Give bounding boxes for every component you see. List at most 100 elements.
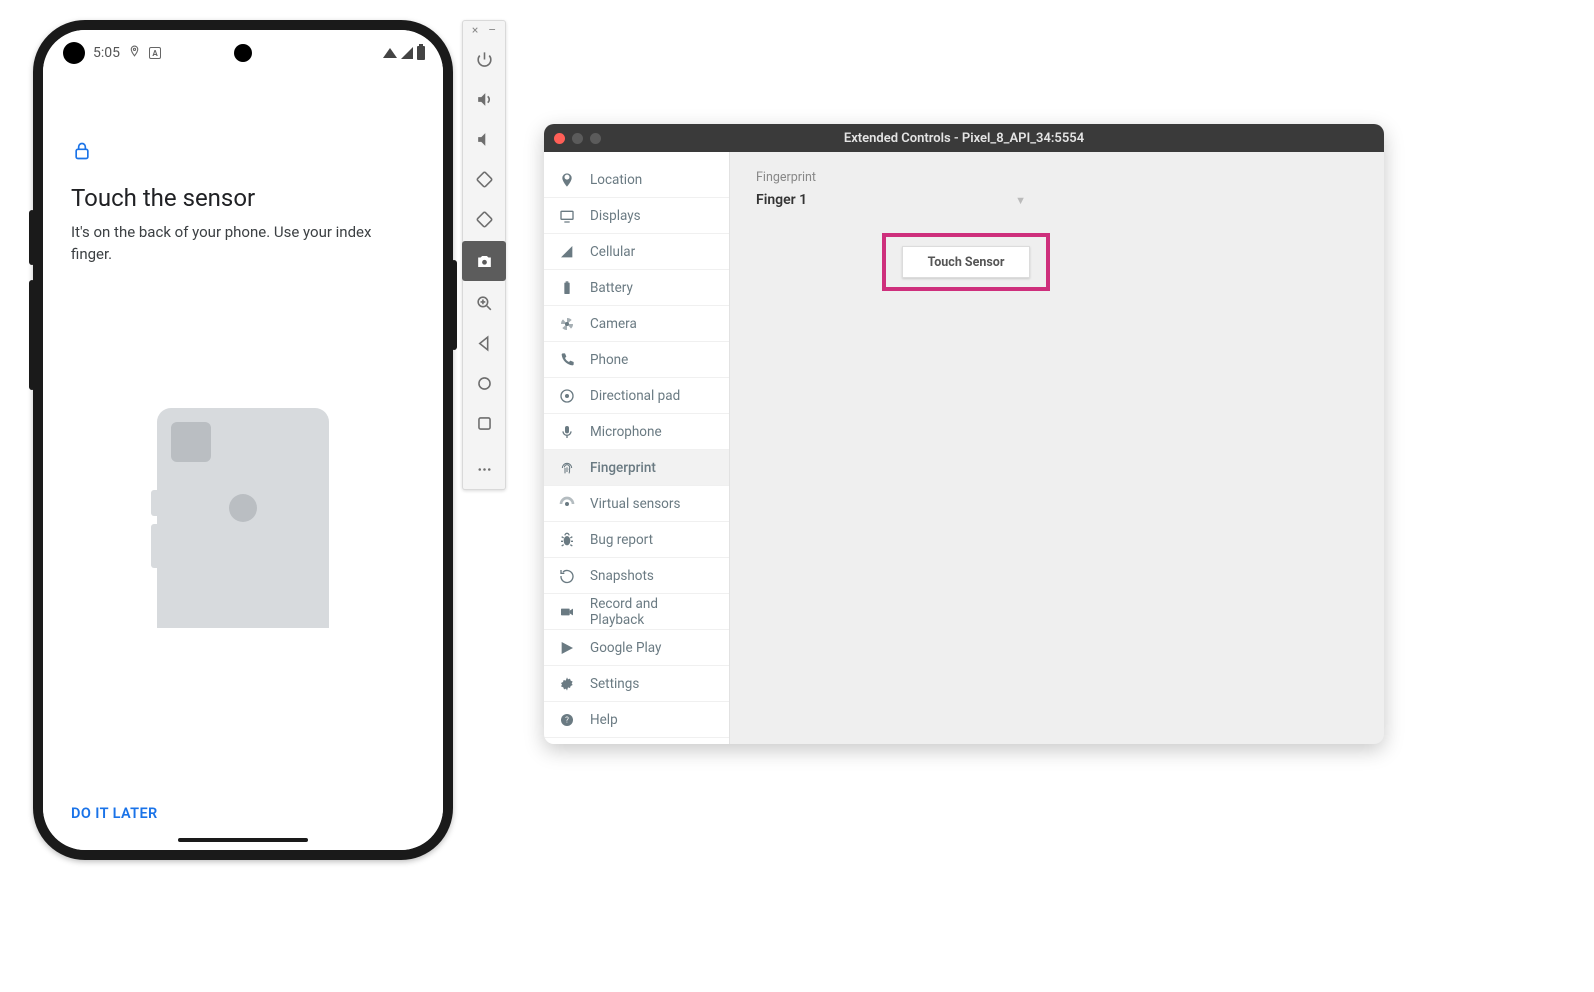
dpad-icon bbox=[558, 387, 576, 405]
sidebar-item-label: Displays bbox=[590, 208, 641, 224]
zoom-icon[interactable] bbox=[462, 283, 506, 323]
volume-up-icon[interactable] bbox=[462, 79, 506, 119]
screen-subtitle: It's on the back of your phone. Use your… bbox=[71, 222, 381, 266]
sidebar-item-help[interactable]: ? Help bbox=[544, 702, 729, 738]
finger-select-value: Finger 1 bbox=[756, 192, 807, 208]
sidebar-item-label: Camera bbox=[590, 316, 637, 332]
bug-icon bbox=[558, 531, 576, 549]
toolbar-minimize-button[interactable]: – bbox=[488, 23, 496, 37]
touch-sensor-button[interactable]: Touch Sensor bbox=[902, 246, 1030, 278]
sidebar-item-location[interactable]: Location bbox=[544, 162, 729, 198]
emulator-phone-frame: 5:05 A Touch the sensor It's on the back… bbox=[33, 20, 453, 860]
sidebar-item-snapshots[interactable]: Snapshots bbox=[544, 558, 729, 594]
sidebar-item-label: Record and Playback bbox=[590, 596, 715, 628]
volume-down-icon[interactable] bbox=[462, 119, 506, 159]
rotate-left-icon[interactable] bbox=[462, 159, 506, 199]
sidebar-item-fingerprint[interactable]: Fingerprint bbox=[544, 450, 729, 486]
battery-icon bbox=[558, 279, 576, 297]
sidebar-item-label: Microphone bbox=[590, 424, 662, 440]
sidebar-item-google-play[interactable]: Google Play bbox=[544, 630, 729, 666]
phone-side-button bbox=[29, 280, 35, 390]
location-pin-icon bbox=[128, 45, 141, 62]
window-title: Extended Controls - Pixel_8_API_34:5554 bbox=[844, 131, 1084, 146]
power-icon[interactable] bbox=[462, 39, 506, 79]
status-dot-icon bbox=[63, 42, 85, 64]
battery-icon bbox=[417, 46, 425, 60]
lock-icon bbox=[71, 140, 93, 162]
displays-icon bbox=[558, 207, 576, 225]
do-it-later-button[interactable]: DO IT LATER bbox=[71, 805, 158, 822]
traffic-lights bbox=[554, 133, 601, 144]
sidebar-item-label: Location bbox=[590, 172, 642, 188]
overview-icon[interactable] bbox=[462, 403, 506, 443]
sidebar-item-label: Virtual sensors bbox=[590, 496, 680, 512]
finger-select[interactable]: Finger 1 ▼ bbox=[756, 187, 1026, 213]
signal-icon bbox=[401, 47, 413, 59]
more-icon[interactable] bbox=[462, 449, 506, 489]
home-icon[interactable] bbox=[462, 363, 506, 403]
phone-content: Touch the sensor It's on the back of you… bbox=[43, 76, 443, 266]
chevron-down-icon: ▼ bbox=[1015, 194, 1026, 207]
fingerprint-icon bbox=[558, 459, 576, 477]
sidebar-item-directional-pad[interactable]: Directional pad bbox=[544, 378, 729, 414]
sidebar-item-label: Battery bbox=[590, 280, 633, 296]
location-icon bbox=[558, 171, 576, 189]
extended-controls-window: Extended Controls - Pixel_8_API_34:5554 … bbox=[544, 124, 1384, 744]
extended-sidebar: Location Displays Cellular Battery Camera Pho… bbox=[544, 152, 730, 744]
phone-button-graphic bbox=[151, 524, 157, 568]
status-box-icon: A bbox=[149, 47, 161, 59]
close-window-icon[interactable] bbox=[554, 133, 565, 144]
snapshot-icon bbox=[558, 567, 576, 585]
sidebar-item-displays[interactable]: Displays bbox=[544, 198, 729, 234]
fingerprint-sensor-graphic bbox=[229, 494, 257, 522]
screenshot-icon[interactable] bbox=[462, 241, 506, 281]
emulator-toolbar: × – bbox=[462, 20, 506, 490]
sidebar-item-label: Snapshots bbox=[590, 568, 654, 584]
sensors-icon bbox=[558, 495, 576, 513]
extended-main-panel: Fingerprint Finger 1 ▼ Touch Sensor bbox=[730, 152, 1384, 744]
status-time: 5:05 bbox=[93, 45, 120, 61]
sidebar-item-cellular[interactable]: Cellular bbox=[544, 234, 729, 270]
sidebar-item-label: Bug report bbox=[590, 532, 653, 548]
phone-camera-graphic bbox=[171, 422, 211, 462]
back-icon[interactable] bbox=[462, 323, 506, 363]
minimize-window-icon[interactable] bbox=[572, 133, 583, 144]
wifi-icon bbox=[383, 48, 397, 58]
maximize-window-icon[interactable] bbox=[590, 133, 601, 144]
sidebar-item-label: Fingerprint bbox=[590, 460, 656, 476]
rotate-right-icon[interactable] bbox=[462, 199, 506, 239]
phone-icon bbox=[558, 351, 576, 369]
sidebar-item-label: Settings bbox=[590, 676, 639, 692]
svg-text:?: ? bbox=[565, 715, 569, 724]
settings-icon bbox=[558, 675, 576, 693]
phone-button-graphic bbox=[151, 490, 157, 516]
sidebar-item-virtual-sensors[interactable]: Virtual sensors bbox=[544, 486, 729, 522]
phone-side-button bbox=[29, 210, 35, 265]
sidebar-item-battery[interactable]: Battery bbox=[544, 270, 729, 306]
camera-icon bbox=[558, 315, 576, 333]
sidebar-item-label: Cellular bbox=[590, 244, 635, 260]
help-icon: ? bbox=[558, 711, 576, 729]
sidebar-item-record-and-playback[interactable]: Record and Playback bbox=[544, 594, 729, 630]
nav-pill[interactable] bbox=[178, 838, 308, 842]
fingerprint-section-label: Fingerprint bbox=[756, 170, 1358, 185]
status-bar: 5:05 A bbox=[43, 30, 443, 76]
sidebar-item-bug-report[interactable]: Bug report bbox=[544, 522, 729, 558]
record-icon bbox=[558, 603, 576, 621]
sidebar-item-microphone[interactable]: Microphone bbox=[544, 414, 729, 450]
sidebar-item-label: Directional pad bbox=[590, 388, 680, 404]
cellular-icon bbox=[558, 243, 576, 261]
sidebar-item-settings[interactable]: Settings bbox=[544, 666, 729, 702]
phone-side-button bbox=[451, 260, 457, 350]
play-icon bbox=[558, 639, 576, 657]
mic-icon bbox=[558, 423, 576, 441]
phone-back-graphic bbox=[157, 408, 329, 628]
sidebar-item-phone[interactable]: Phone bbox=[544, 342, 729, 378]
touch-sensor-highlight: Touch Sensor bbox=[882, 233, 1050, 291]
phone-screen[interactable]: 5:05 A Touch the sensor It's on the back… bbox=[43, 30, 443, 850]
window-titlebar[interactable]: Extended Controls - Pixel_8_API_34:5554 bbox=[544, 124, 1384, 152]
screen-title: Touch the sensor bbox=[71, 184, 415, 212]
sidebar-item-label: Help bbox=[590, 712, 618, 728]
sidebar-item-camera[interactable]: Camera bbox=[544, 306, 729, 342]
toolbar-close-button[interactable]: × bbox=[472, 23, 478, 37]
